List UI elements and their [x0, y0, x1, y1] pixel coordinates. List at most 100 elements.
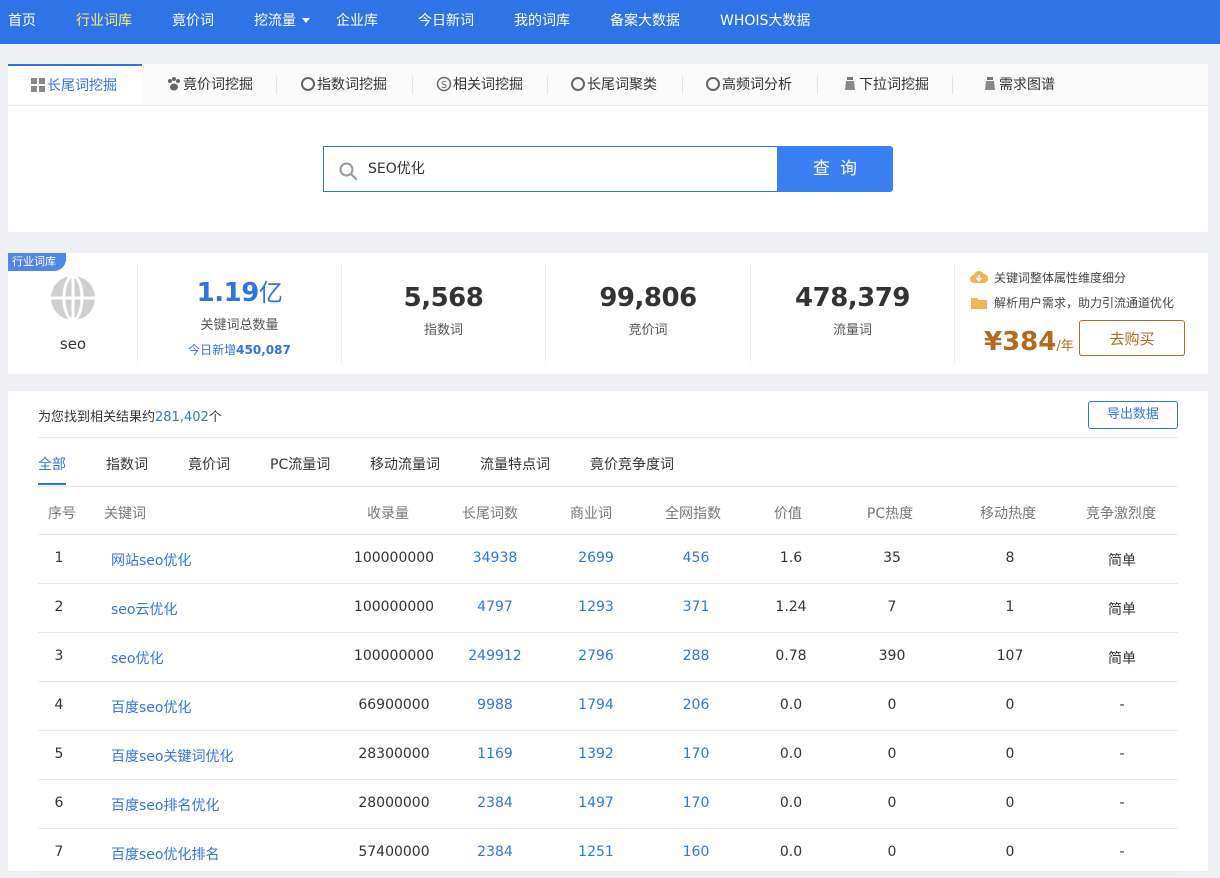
top-nav: 首页 行业词库 竟价词 挖流量 企业库 今日新词 我的词库 备案大数据 WHOI…	[0, 0, 1220, 44]
tab-label: 竟价词挖掘	[183, 77, 253, 93]
nav-whois-bigdata[interactable]: WHOIS大数据	[720, 0, 810, 44]
divider	[38, 534, 1178, 535]
table-cell: 0	[1005, 697, 1015, 713]
filter-tab-pc-traffic[interactable]: PC流量词	[270, 454, 330, 474]
table-cell[interactable]: 2699	[578, 550, 614, 566]
nav-dig-traffic-label: 挖流量	[254, 13, 296, 29]
nav-today-new-words[interactable]: 今日新词	[418, 0, 474, 44]
table-cell: 0	[1005, 795, 1015, 811]
tab-label: 长尾词聚类	[587, 77, 657, 93]
table-cell[interactable]: 2384	[477, 844, 513, 860]
tab-demand-graph[interactable]: 需求图谱	[982, 64, 1055, 105]
table-cell: 1	[1005, 599, 1015, 615]
col-header-pc-heat[interactable]: PC热度	[867, 503, 913, 523]
tab-dropdown-mining[interactable]: 下拉词挖掘	[842, 64, 929, 105]
col-header-commercial[interactable]: 商业词	[570, 503, 612, 523]
keyword-link[interactable]: 百度seo优化排名	[111, 844, 219, 864]
bottle-icon	[845, 77, 855, 90]
tab-label: 长尾词挖掘	[47, 78, 117, 94]
table-cell[interactable]: 1392	[578, 746, 614, 762]
total-keywords-stat: 1.19亿 关键词总数量 今日新增450,087	[138, 273, 341, 358]
table-cell[interactable]: 34938	[473, 550, 518, 566]
nav-enterprise-library[interactable]: 企业库	[336, 0, 378, 44]
industry-lexicon-tag: 行业词库	[8, 253, 66, 271]
buy-button[interactable]: 去购买	[1079, 320, 1185, 356]
bottle-icon	[985, 77, 995, 90]
keyword-link[interactable]: 百度seo排名优化	[111, 795, 219, 815]
nav-dig-traffic[interactable]: 挖流量	[254, 0, 310, 44]
table-cell[interactable]: 2796	[578, 648, 614, 664]
col-header-index-total[interactable]: 全网指数	[665, 503, 721, 523]
row-divider	[38, 779, 1178, 780]
query-button[interactable]: 查询	[777, 146, 893, 192]
table-cell: 简单	[1108, 553, 1136, 569]
table-cell: -	[1119, 795, 1125, 811]
table-cell[interactable]: 456	[683, 550, 710, 566]
table-cell[interactable]: 2384	[477, 795, 513, 811]
table-cell[interactable]: 170	[683, 795, 710, 811]
col-header-value[interactable]: 价值	[774, 503, 802, 523]
table-cell[interactable]: 9988	[477, 697, 513, 713]
tab-related-mining[interactable]: S 相关词挖掘	[436, 64, 523, 105]
keyword-link[interactable]: seo优化	[111, 648, 163, 668]
tab-frequency-analysis[interactable]: 高频词分析	[705, 64, 792, 105]
table-cell: 390	[878, 648, 906, 664]
table-cell[interactable]: 160	[683, 844, 710, 860]
nav-industry-lexicon[interactable]: 行业词库	[76, 0, 132, 44]
keyword-link[interactable]: 百度seo关键词优化	[111, 746, 233, 766]
tab-index-mining[interactable]: 指数词挖掘	[300, 64, 387, 105]
nav-home[interactable]: 首页	[8, 0, 36, 44]
promo-line-1: 关键词整体属性维度细分	[970, 269, 1126, 286]
filter-tab-bid[interactable]: 竟价词	[188, 454, 230, 474]
table-cell: 28000000	[358, 795, 430, 811]
filter-tab-mobile-traffic[interactable]: 移动流量词	[370, 454, 440, 474]
keyword-link[interactable]: 百度seo优化	[111, 697, 191, 717]
table-cell[interactable]: 288	[683, 648, 710, 664]
tab-divider	[952, 76, 953, 94]
filter-tab-index[interactable]: 指数词	[106, 454, 148, 474]
col-header-competition[interactable]: 竞争激烈度	[1086, 503, 1156, 523]
nav-icp-bigdata[interactable]: 备案大数据	[610, 0, 680, 44]
table-cell: 2	[54, 599, 64, 615]
keyword-link[interactable]: 网站seo优化	[111, 550, 191, 570]
table-cell[interactable]: 1293	[578, 599, 614, 615]
row-divider	[38, 681, 1178, 682]
nav-my-lexicon[interactable]: 我的词库	[514, 0, 570, 44]
lexicon-stats-panel: 行业词库 seo 1.19亿 关键词总数量 今日新增450,087 5,568 …	[8, 253, 1208, 374]
tab-label: 下拉词挖掘	[859, 77, 929, 93]
table-cell[interactable]: 1794	[578, 697, 614, 713]
table-cell[interactable]: 4797	[477, 599, 513, 615]
filter-tab-bid-competition[interactable]: 竟价竞争度词	[590, 454, 674, 474]
col-header-mobile-heat[interactable]: 移动热度	[980, 503, 1036, 523]
table-cell: -	[1119, 746, 1125, 762]
table-cell[interactable]: 1497	[578, 795, 614, 811]
col-header-index: 序号	[48, 506, 76, 522]
circle-icon	[571, 77, 585, 91]
export-data-button[interactable]: 导出数据	[1088, 401, 1178, 429]
filter-tab-all[interactable]: 全部	[38, 454, 66, 474]
col-header-longtail[interactable]: 长尾词数	[462, 503, 518, 523]
nav-bid-words[interactable]: 竟价词	[172, 0, 214, 44]
search-input[interactable]: SEO优化	[323, 146, 777, 192]
search-value: SEO优化	[368, 161, 425, 177]
index-words-value: 5,568	[403, 283, 484, 313]
tab-bid-mining[interactable]: 竟价词挖掘	[166, 64, 253, 105]
table-cell[interactable]: 170	[683, 746, 710, 762]
tab-longtail-mining[interactable]: 长尾词挖掘	[8, 64, 142, 104]
index-words-stat: 5,568 指数词	[342, 283, 545, 338]
row-divider	[38, 632, 1178, 633]
divider	[38, 486, 1178, 487]
bid-words-label: 竞价词	[628, 323, 668, 338]
table-cell[interactable]: 371	[683, 599, 710, 615]
tab-divider	[682, 76, 683, 94]
table-cell[interactable]: 249912	[468, 648, 521, 664]
table-cell[interactable]: 1251	[578, 844, 614, 860]
table-cell: 7	[54, 844, 64, 860]
filter-tab-traffic-feature[interactable]: 流量特点词	[480, 454, 550, 474]
table-cell[interactable]: 206	[683, 697, 710, 713]
table-cell: -	[1119, 844, 1125, 860]
keyword-link[interactable]: seo云优化	[111, 599, 177, 619]
table-cell[interactable]: 1169	[477, 746, 513, 762]
col-header-indexed[interactable]: 收录量	[367, 503, 409, 523]
tab-longtail-cluster[interactable]: 长尾词聚类	[570, 64, 657, 105]
